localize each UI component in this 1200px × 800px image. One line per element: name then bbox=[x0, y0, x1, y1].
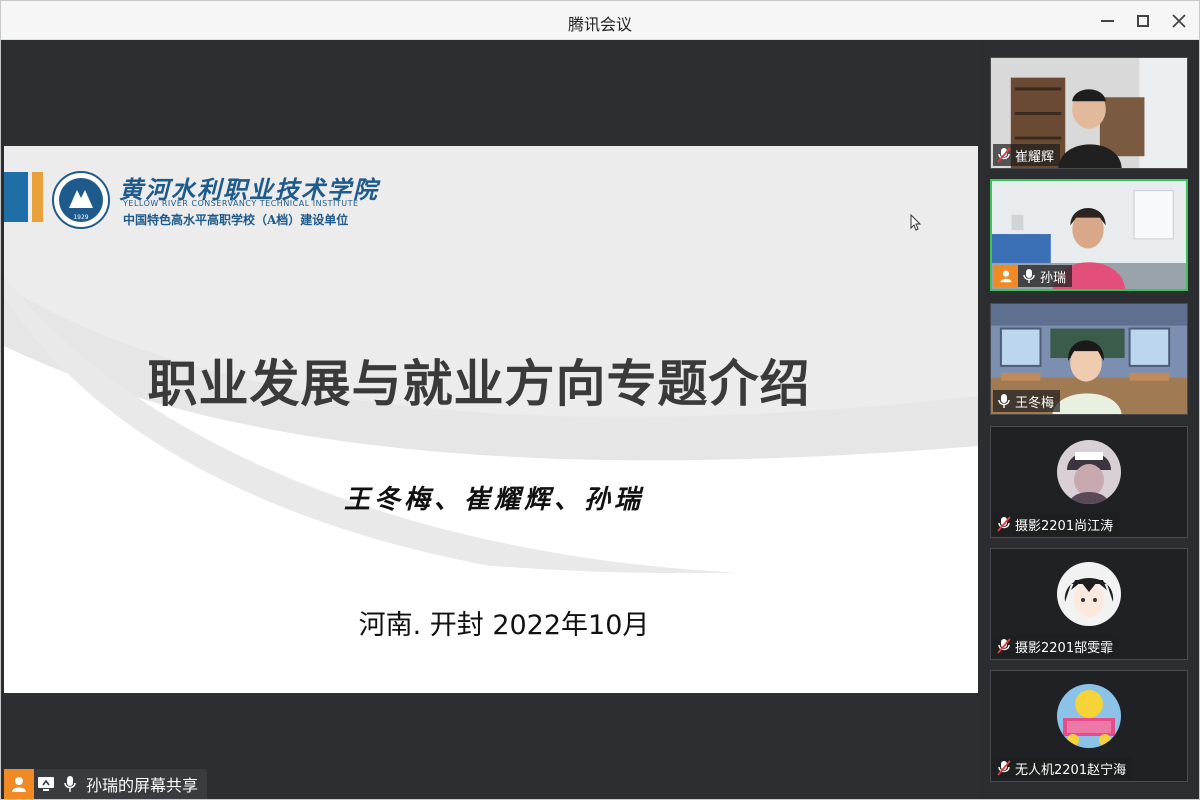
participant-tile[interactable]: 崔耀辉 bbox=[990, 57, 1188, 169]
emblem-year: 1929 bbox=[73, 214, 88, 221]
meeting-window: 腾讯会议 1929 黄河水利职业技术学院 YELLOW RIVER CONSER… bbox=[0, 0, 1200, 800]
participant-tile[interactable]: 摄影2201尚江涛 bbox=[990, 426, 1188, 538]
microphone-icon bbox=[1018, 265, 1040, 287]
screen-share-status[interactable]: 孙瑞的屏幕共享 bbox=[4, 769, 207, 799]
participant-tile[interactable]: 摄影2201郜雯霏 bbox=[990, 548, 1188, 660]
participant-tile[interactable]: 孙瑞 bbox=[990, 179, 1188, 291]
participant-nameplate: 摄影2201尚江涛 bbox=[993, 513, 1120, 535]
minimize-icon bbox=[1100, 20, 1114, 22]
close-button[interactable] bbox=[1166, 8, 1192, 34]
title-bar[interactable]: 腾讯会议 bbox=[1, 1, 1199, 40]
participant-name: 崔耀辉 bbox=[1015, 149, 1055, 165]
slide-title: 职业发展与就业方向专题介绍 bbox=[147, 355, 811, 413]
maximize-button[interactable] bbox=[1130, 8, 1156, 34]
participant-tile[interactable]: 无人机2201赵宁海 bbox=[990, 670, 1188, 782]
presentation-slide: 1929 黄河水利职业技术学院 YELLOW RIVER CONSERVANCY… bbox=[4, 146, 978, 693]
school-subtitle: 中国特色高水平高职学校（A档）建设单位 bbox=[123, 213, 349, 227]
participant-nameplate: 崔耀辉 bbox=[993, 144, 1061, 166]
school-name-en: YELLOW RIVER CONSERVANCY TECHNICAL INSTI… bbox=[123, 199, 359, 208]
shared-screen[interactable]: 1929 黄河水利职业技术学院 YELLOW RIVER CONSERVANCY… bbox=[4, 41, 978, 799]
participant-nameplate: 孙瑞 bbox=[994, 265, 1073, 287]
mic-muted-icon bbox=[993, 513, 1015, 535]
participant-name: 王冬梅 bbox=[1015, 395, 1055, 411]
host-badge-icon bbox=[994, 265, 1018, 287]
screen-share-icon bbox=[34, 769, 58, 799]
mic-muted-icon bbox=[993, 144, 1015, 166]
close-icon bbox=[1172, 14, 1186, 28]
logo-bar-orange bbox=[32, 172, 43, 222]
mouse-cursor-icon bbox=[910, 214, 922, 231]
avatar bbox=[1057, 684, 1121, 748]
participant-tile[interactable]: 王冬梅 bbox=[990, 303, 1188, 415]
participant-name: 摄影2201尚江涛 bbox=[1015, 518, 1114, 534]
participant-nameplate: 摄影2201郜雯霏 bbox=[993, 635, 1120, 657]
participant-name: 孙瑞 bbox=[1040, 270, 1067, 286]
logo-bar-blue bbox=[4, 172, 28, 222]
avatar bbox=[1057, 440, 1121, 504]
participant-nameplate: 王冬梅 bbox=[993, 390, 1061, 412]
participant-nameplate: 无人机2201赵宁海 bbox=[993, 757, 1133, 779]
participant-name: 无人机2201赵宁海 bbox=[1015, 762, 1127, 778]
microphone-icon bbox=[993, 390, 1015, 412]
host-user-icon bbox=[4, 769, 34, 799]
slide-authors: 王冬梅、崔耀辉、孙瑞 bbox=[343, 485, 644, 515]
participant-panel: 崔耀辉 孙瑞 王冬梅 摄影2201尚江涛 摄影2201郜雯霏 无人机2201赵宁… bbox=[978, 41, 1199, 799]
window-title: 腾讯会议 bbox=[567, 15, 632, 34]
minimize-button[interactable] bbox=[1094, 8, 1120, 34]
avatar bbox=[1057, 562, 1121, 626]
maximize-icon bbox=[1137, 15, 1149, 27]
microphone-icon bbox=[58, 769, 82, 799]
slide-place-date: 河南. 开封 2022年10月 bbox=[358, 610, 650, 641]
mic-muted-icon bbox=[993, 635, 1015, 657]
participant-name: 摄影2201郜雯霏 bbox=[1015, 640, 1114, 656]
screen-share-label: 孙瑞的屏幕共享 bbox=[86, 776, 199, 795]
mic-muted-icon bbox=[993, 757, 1015, 779]
school-emblem-icon: 1929 bbox=[52, 171, 110, 229]
